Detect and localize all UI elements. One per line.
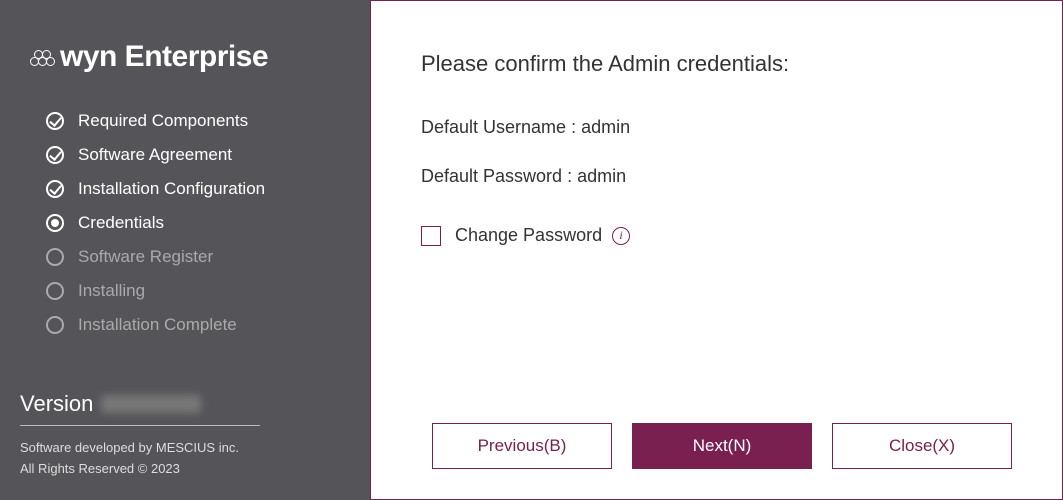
current-step-icon xyxy=(44,212,66,234)
honeycomb-icon xyxy=(30,50,54,64)
change-password-label: Change Password xyxy=(455,225,602,246)
sidebar: wyn Enterprise Required Components Softw… xyxy=(0,0,370,500)
close-button[interactable]: Close(X) xyxy=(832,423,1012,469)
change-password-checkbox[interactable] xyxy=(421,226,441,246)
rights-line: All Rights Reserved © 2023 xyxy=(20,459,350,480)
sidebar-footer: Version Software developed by MESCIUS in… xyxy=(20,391,350,480)
check-icon xyxy=(44,110,66,132)
pending-step-icon xyxy=(44,246,66,268)
step-installation-configuration: Installation Configuration xyxy=(44,172,350,206)
step-label: Software Agreement xyxy=(78,145,232,165)
pending-step-icon xyxy=(44,280,66,302)
wizard-steps: Required Components Software Agreement I… xyxy=(44,104,350,342)
step-software-agreement: Software Agreement xyxy=(44,138,350,172)
step-credentials: Credentials xyxy=(44,206,350,240)
main-panel: Please confirm the Admin credentials: De… xyxy=(370,0,1063,500)
step-label: Required Components xyxy=(78,111,248,131)
pending-step-icon xyxy=(44,314,66,336)
step-label: Software Register xyxy=(78,247,213,267)
step-installation-complete: Installation Complete xyxy=(44,308,350,342)
change-password-row: Change Password i xyxy=(421,225,1012,246)
info-icon[interactable]: i xyxy=(612,227,630,245)
step-label: Credentials xyxy=(78,213,164,233)
step-label: Installing xyxy=(78,281,145,301)
check-icon xyxy=(44,178,66,200)
step-label: Installation Configuration xyxy=(78,179,265,199)
version-number-redacted xyxy=(101,395,201,413)
step-software-register: Software Register xyxy=(44,240,350,274)
previous-button[interactable]: Previous(B) xyxy=(432,423,612,469)
button-row: Previous(B) Next(N) Close(X) xyxy=(421,423,1012,469)
developer-line: Software developed by MESCIUS inc. xyxy=(20,438,350,459)
divider xyxy=(20,425,260,426)
page-heading: Please confirm the Admin credentials: xyxy=(421,51,1012,77)
version-label: Version xyxy=(20,391,93,417)
check-icon xyxy=(44,144,66,166)
step-installing: Installing xyxy=(44,274,350,308)
next-button[interactable]: Next(N) xyxy=(632,423,812,469)
step-label: Installation Complete xyxy=(78,315,237,335)
step-required-components: Required Components xyxy=(44,104,350,138)
default-username-line: Default Username : admin xyxy=(421,117,1012,138)
logo: wyn Enterprise xyxy=(30,40,350,74)
version-row: Version xyxy=(20,391,350,417)
default-password-line: Default Password : admin xyxy=(421,166,1012,187)
brand-text: wyn Enterprise xyxy=(60,40,268,74)
